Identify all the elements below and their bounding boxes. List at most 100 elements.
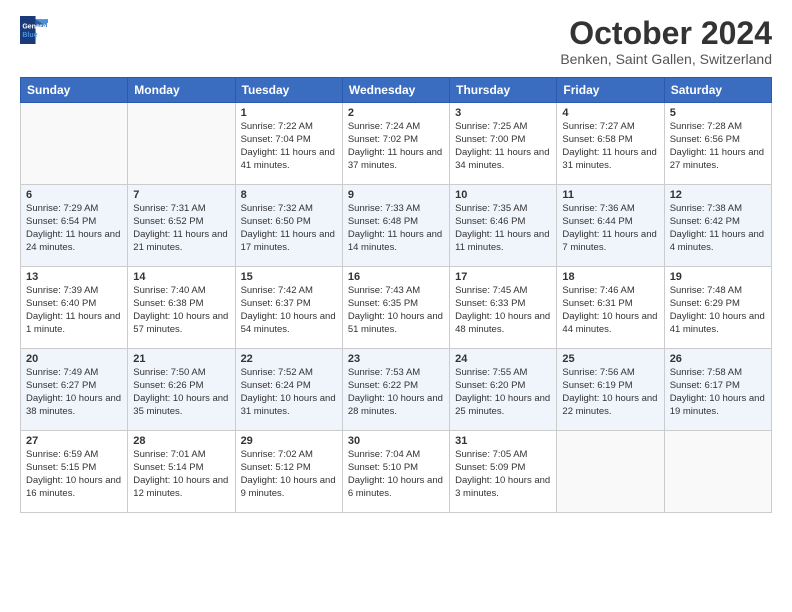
- day-info: Sunrise: 7:29 AM Sunset: 6:54 PM Dayligh…: [26, 203, 122, 254]
- week-row-2: 13 Sunrise: 7:39 AM Sunset: 6:40 PM Dayli…: [21, 267, 772, 349]
- day-number: 10: [455, 189, 551, 201]
- day-number: 20: [26, 353, 122, 365]
- day-info: Sunrise: 7:01 AM Sunset: 5:14 PM Dayligh…: [133, 449, 229, 500]
- day-info: Sunrise: 7:56 AM Sunset: 6:19 PM Dayligh…: [562, 367, 658, 418]
- day-cell: 2 Sunrise: 7:24 AM Sunset: 7:02 PM Daylig…: [342, 103, 449, 185]
- day-cell: 30 Sunrise: 7:04 AM Sunset: 5:10 PM Dayli…: [342, 431, 449, 513]
- week-row-1: 6 Sunrise: 7:29 AM Sunset: 6:54 PM Daylig…: [21, 185, 772, 267]
- day-info: Sunrise: 7:35 AM Sunset: 6:46 PM Dayligh…: [455, 203, 551, 254]
- subtitle: Benken, Saint Gallen, Switzerland: [560, 51, 772, 67]
- title-block: October 2024 Benken, Saint Gallen, Switz…: [560, 16, 772, 67]
- day-number: 8: [241, 189, 337, 201]
- day-number: 9: [348, 189, 444, 201]
- day-number: 26: [670, 353, 766, 365]
- calendar-table: SundayMondayTuesdayWednesdayThursdayFrid…: [20, 77, 772, 513]
- day-number: 21: [133, 353, 229, 365]
- week-row-0: 1 Sunrise: 7:22 AM Sunset: 7:04 PM Daylig…: [21, 103, 772, 185]
- logo: General Blue: [20, 16, 48, 44]
- day-number: 1: [241, 107, 337, 119]
- day-cell: 10 Sunrise: 7:35 AM Sunset: 6:46 PM Dayli…: [450, 185, 557, 267]
- day-info: Sunrise: 7:36 AM Sunset: 6:44 PM Dayligh…: [562, 203, 658, 254]
- day-cell: 24 Sunrise: 7:55 AM Sunset: 6:20 PM Dayli…: [450, 349, 557, 431]
- day-info: Sunrise: 7:42 AM Sunset: 6:37 PM Dayligh…: [241, 285, 337, 336]
- day-cell: 11Sunrise: 7:36 AM Sunset: 6:44 PM Dayli…: [557, 185, 664, 267]
- day-cell: 15Sunrise: 7:42 AM Sunset: 6:37 PM Dayli…: [235, 267, 342, 349]
- header-cell-saturday: Saturday: [664, 78, 771, 103]
- day-number: 3: [455, 107, 551, 119]
- day-cell: 12 Sunrise: 7:38 AM Sunset: 6:42 PM Dayli…: [664, 185, 771, 267]
- day-cell: [557, 431, 664, 513]
- day-cell: 29Sunrise: 7:02 AM Sunset: 5:12 PM Dayli…: [235, 431, 342, 513]
- day-info: Sunrise: 7:43 AM Sunset: 6:35 PM Dayligh…: [348, 285, 444, 336]
- day-number: 24: [455, 353, 551, 365]
- header-cell-monday: Monday: [128, 78, 235, 103]
- header-cell-friday: Friday: [557, 78, 664, 103]
- month-title: October 2024: [560, 16, 772, 51]
- day-cell: 4 Sunrise: 7:27 AM Sunset: 6:58 PM Daylig…: [557, 103, 664, 185]
- day-cell: 22Sunrise: 7:52 AM Sunset: 6:24 PM Dayli…: [235, 349, 342, 431]
- day-number: 2: [348, 107, 444, 119]
- day-info: Sunrise: 7:45 AM Sunset: 6:33 PM Dayligh…: [455, 285, 551, 336]
- day-info: Sunrise: 7:25 AM Sunset: 7:00 PM Dayligh…: [455, 121, 551, 172]
- header-row: SundayMondayTuesdayWednesdayThursdayFrid…: [21, 78, 772, 103]
- day-info: Sunrise: 7:38 AM Sunset: 6:42 PM Dayligh…: [670, 203, 766, 254]
- day-number: 18: [562, 271, 658, 283]
- day-info: Sunrise: 7:04 AM Sunset: 5:10 PM Dayligh…: [348, 449, 444, 500]
- day-info: Sunrise: 7:24 AM Sunset: 7:02 PM Dayligh…: [348, 121, 444, 172]
- day-number: 27: [26, 435, 122, 447]
- logo-icon: General Blue: [20, 16, 48, 44]
- day-cell: 31 Sunrise: 7:05 AM Sunset: 5:09 PM Dayli…: [450, 431, 557, 513]
- day-number: 19: [670, 271, 766, 283]
- day-info: Sunrise: 7:02 AM Sunset: 5:12 PM Dayligh…: [241, 449, 337, 500]
- day-number: 13: [26, 271, 122, 283]
- day-number: 28: [133, 435, 229, 447]
- day-cell: 7 Sunrise: 7:31 AM Sunset: 6:52 PM Daylig…: [128, 185, 235, 267]
- day-cell: [21, 103, 128, 185]
- day-info: Sunrise: 7:39 AM Sunset: 6:40 PM Dayligh…: [26, 285, 122, 336]
- day-number: 25: [562, 353, 658, 365]
- day-info: Sunrise: 7:31 AM Sunset: 6:52 PM Dayligh…: [133, 203, 229, 254]
- day-number: 6: [26, 189, 122, 201]
- day-cell: 14 Sunrise: 7:40 AM Sunset: 6:38 PM Dayli…: [128, 267, 235, 349]
- day-number: 30: [348, 435, 444, 447]
- day-cell: 26 Sunrise: 7:58 AM Sunset: 6:17 PM Dayli…: [664, 349, 771, 431]
- day-info: Sunrise: 7:53 AM Sunset: 6:22 PM Dayligh…: [348, 367, 444, 418]
- day-cell: 27 Sunrise: 6:59 AM Sunset: 5:15 PM Dayli…: [21, 431, 128, 513]
- day-info: Sunrise: 7:58 AM Sunset: 6:17 PM Dayligh…: [670, 367, 766, 418]
- day-number: 5: [670, 107, 766, 119]
- day-cell: 13 Sunrise: 7:39 AM Sunset: 6:40 PM Dayli…: [21, 267, 128, 349]
- day-cell: 8Sunrise: 7:32 AM Sunset: 6:50 PM Daylig…: [235, 185, 342, 267]
- day-cell: 16 Sunrise: 7:43 AM Sunset: 6:35 PM Dayli…: [342, 267, 449, 349]
- day-cell: 23 Sunrise: 7:53 AM Sunset: 6:22 PM Dayli…: [342, 349, 449, 431]
- day-info: Sunrise: 7:40 AM Sunset: 6:38 PM Dayligh…: [133, 285, 229, 336]
- day-info: Sunrise: 7:55 AM Sunset: 6:20 PM Dayligh…: [455, 367, 551, 418]
- day-number: 31: [455, 435, 551, 447]
- day-number: 16: [348, 271, 444, 283]
- day-info: Sunrise: 6:59 AM Sunset: 5:15 PM Dayligh…: [26, 449, 122, 500]
- day-number: 23: [348, 353, 444, 365]
- day-cell: 6 Sunrise: 7:29 AM Sunset: 6:54 PM Daylig…: [21, 185, 128, 267]
- header: General Blue October 2024 Benken, Saint …: [20, 16, 772, 67]
- day-cell: 5 Sunrise: 7:28 AM Sunset: 6:56 PM Daylig…: [664, 103, 771, 185]
- day-info: Sunrise: 7:05 AM Sunset: 5:09 PM Dayligh…: [455, 449, 551, 500]
- day-info: Sunrise: 7:22 AM Sunset: 7:04 PM Dayligh…: [241, 121, 337, 172]
- day-cell: 20Sunrise: 7:49 AM Sunset: 6:27 PM Dayli…: [21, 349, 128, 431]
- header-cell-wednesday: Wednesday: [342, 78, 449, 103]
- day-cell: 21 Sunrise: 7:50 AM Sunset: 6:26 PM Dayli…: [128, 349, 235, 431]
- day-cell: [664, 431, 771, 513]
- week-row-4: 27 Sunrise: 6:59 AM Sunset: 5:15 PM Dayli…: [21, 431, 772, 513]
- header-cell-thursday: Thursday: [450, 78, 557, 103]
- day-number: 14: [133, 271, 229, 283]
- day-number: 4: [562, 107, 658, 119]
- day-number: 7: [133, 189, 229, 201]
- day-info: Sunrise: 7:52 AM Sunset: 6:24 PM Dayligh…: [241, 367, 337, 418]
- day-number: 12: [670, 189, 766, 201]
- day-info: Sunrise: 7:27 AM Sunset: 6:58 PM Dayligh…: [562, 121, 658, 172]
- day-info: Sunrise: 7:46 AM Sunset: 6:31 PM Dayligh…: [562, 285, 658, 336]
- day-cell: 9Sunrise: 7:33 AM Sunset: 6:48 PM Daylig…: [342, 185, 449, 267]
- day-cell: 25 Sunrise: 7:56 AM Sunset: 6:19 PM Dayli…: [557, 349, 664, 431]
- day-info: Sunrise: 7:28 AM Sunset: 6:56 PM Dayligh…: [670, 121, 766, 172]
- page: General Blue October 2024 Benken, Saint …: [0, 0, 792, 612]
- day-info: Sunrise: 7:50 AM Sunset: 6:26 PM Dayligh…: [133, 367, 229, 418]
- day-cell: [128, 103, 235, 185]
